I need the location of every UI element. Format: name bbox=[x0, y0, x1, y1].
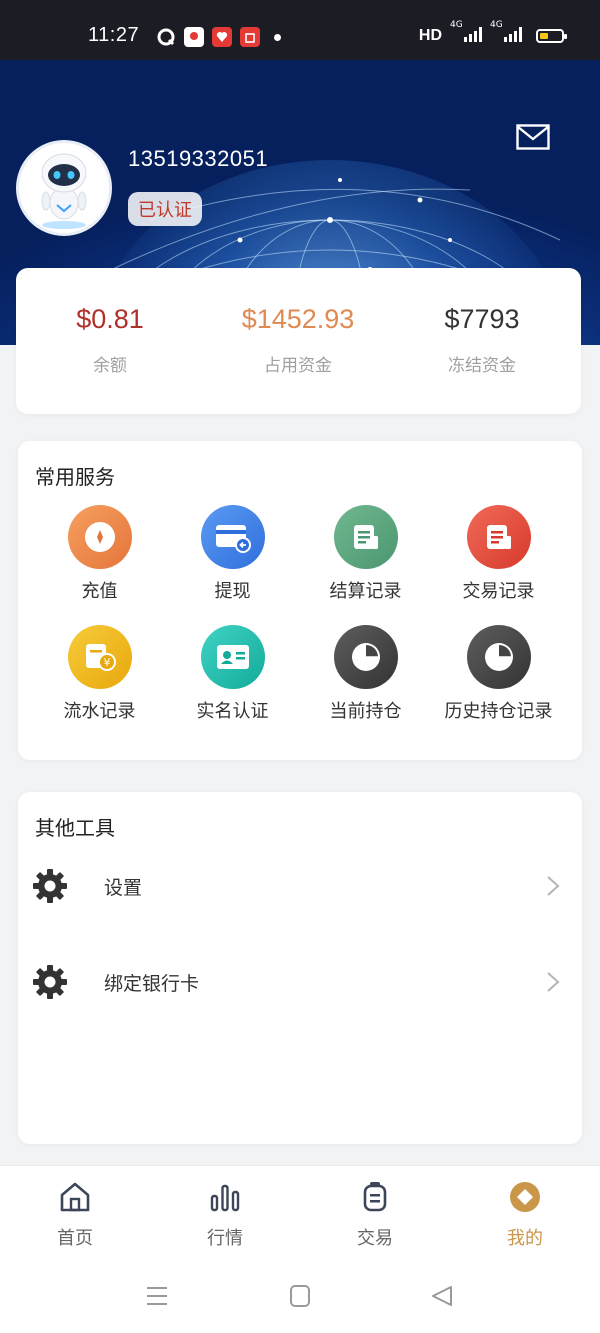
occupied-funds-value: $1452.93 bbox=[241, 304, 355, 334]
home-square-icon[interactable] bbox=[288, 1285, 312, 1307]
battery-icon bbox=[536, 29, 567, 43]
id-card-icon bbox=[200, 625, 265, 689]
svg-text:¥: ¥ bbox=[103, 656, 110, 669]
app-shop-icon bbox=[240, 27, 260, 47]
service-label: 结算记录 bbox=[329, 581, 402, 602]
service-label: 流水记录 bbox=[63, 701, 136, 722]
network-label: HD bbox=[418, 27, 442, 44]
system-nav-bar bbox=[0, 1257, 600, 1333]
tool-row-bind-bank-card[interactable]: 绑定银行卡 bbox=[18, 952, 582, 1012]
frozen-funds-value: $7793 bbox=[444, 304, 520, 334]
balance-label: 余额 bbox=[93, 356, 127, 376]
services-title: 常用服务 bbox=[35, 465, 115, 489]
tool-row-settings[interactable]: 设置 bbox=[18, 856, 582, 916]
notification-dot-icon bbox=[274, 34, 281, 41]
user-phone: 13519332051 bbox=[128, 146, 269, 171]
service-withdraw[interactable]: 提现 bbox=[166, 505, 299, 603]
bar-chart-icon bbox=[210, 1184, 240, 1212]
common-services-card: 常用服务 充值 提现 结算记录 交易记录 ¥ 流水记录 实名认证 当前持仓 历史… bbox=[18, 441, 582, 760]
tool-label: 设置 bbox=[104, 876, 143, 899]
nav-label: 行情 bbox=[207, 1228, 243, 1249]
tools-title: 其他工具 bbox=[35, 816, 115, 840]
card-withdraw-icon bbox=[200, 505, 265, 569]
pie-chart-icon bbox=[333, 625, 398, 689]
tool-label: 绑定银行卡 bbox=[104, 972, 200, 995]
service-recharge[interactable]: 充值 bbox=[33, 505, 166, 603]
chevron-right-icon bbox=[547, 876, 560, 896]
nav-trade[interactable]: 交易 bbox=[300, 1180, 450, 1250]
app-map-icon bbox=[184, 27, 204, 47]
other-tools-card: 其他工具 设置 绑定银行卡 bbox=[18, 792, 582, 1144]
signal-1-label: 4G bbox=[450, 20, 463, 30]
balance-item[interactable]: $0.81 余额 bbox=[16, 304, 204, 376]
verified-badge: 已认证 bbox=[128, 192, 202, 226]
service-history-positions[interactable]: 历史持仓记录 bbox=[432, 625, 565, 723]
occupied-funds-item[interactable]: $1452.93 占用资金 bbox=[204, 304, 392, 376]
home-icon bbox=[60, 1182, 90, 1212]
nav-label: 首页 bbox=[57, 1228, 93, 1249]
app-red-icon bbox=[212, 27, 232, 47]
signal-2-icon: 4G bbox=[490, 20, 522, 46]
service-trade-records[interactable]: 交易记录 bbox=[432, 505, 565, 603]
occupied-funds-label: 占用资金 bbox=[264, 356, 332, 376]
nav-label: 我的 bbox=[507, 1228, 543, 1249]
service-flow-records[interactable]: ¥ 流水记录 bbox=[33, 625, 166, 723]
document-icon bbox=[333, 505, 398, 569]
service-label: 当前持仓 bbox=[329, 701, 402, 722]
nav-market[interactable]: 行情 bbox=[150, 1180, 300, 1250]
status-bar: 11:27 HD 4G 4G bbox=[0, 0, 600, 60]
service-label: 历史持仓记录 bbox=[444, 701, 553, 722]
signal-1-icon: 4G bbox=[450, 20, 482, 46]
robot-avatar-icon bbox=[41, 153, 87, 229]
frozen-funds-item[interactable]: $7793 冻结资金 bbox=[388, 304, 576, 376]
profile-diamond-icon bbox=[510, 1182, 540, 1212]
avatar[interactable] bbox=[16, 140, 112, 236]
service-label: 实名认证 bbox=[196, 701, 269, 722]
menu-icon[interactable] bbox=[145, 1285, 169, 1307]
frozen-funds-label: 冻结资金 bbox=[448, 356, 516, 376]
pie-chart-icon bbox=[466, 625, 531, 689]
back-icon[interactable] bbox=[430, 1285, 454, 1307]
balance-card: $0.81 余额 $1452.93 占用资金 $7793 冻结资金 bbox=[16, 268, 581, 414]
signal-2-label: 4G bbox=[490, 20, 503, 30]
service-label: 提现 bbox=[214, 581, 251, 602]
service-label: 交易记录 bbox=[462, 581, 535, 602]
gear-icon bbox=[33, 965, 67, 999]
status-time: 11:27 bbox=[88, 24, 140, 46]
service-current-positions[interactable]: 当前持仓 bbox=[299, 625, 432, 723]
bottom-nav: 首页 行情 交易 我的 bbox=[0, 1165, 600, 1257]
gear-icon bbox=[33, 869, 67, 903]
document-icon bbox=[466, 505, 531, 569]
service-real-name-auth[interactable]: 实名认证 bbox=[166, 625, 299, 723]
service-settlement-records[interactable]: 结算记录 bbox=[299, 505, 432, 603]
yen-receipt-icon: ¥ bbox=[67, 625, 132, 689]
coin-icon bbox=[67, 505, 132, 569]
nav-mine[interactable]: 我的 bbox=[450, 1180, 600, 1250]
app-q-icon bbox=[156, 27, 176, 47]
balance-value: $0.81 bbox=[76, 304, 144, 334]
nav-home[interactable]: 首页 bbox=[0, 1180, 150, 1250]
chevron-right-icon bbox=[547, 972, 560, 992]
mail-icon[interactable] bbox=[516, 124, 550, 150]
trade-icon bbox=[363, 1182, 387, 1212]
status-right: HD 4G 4G bbox=[418, 20, 567, 46]
service-label: 充值 bbox=[81, 581, 118, 602]
nav-label: 交易 bbox=[357, 1228, 393, 1249]
